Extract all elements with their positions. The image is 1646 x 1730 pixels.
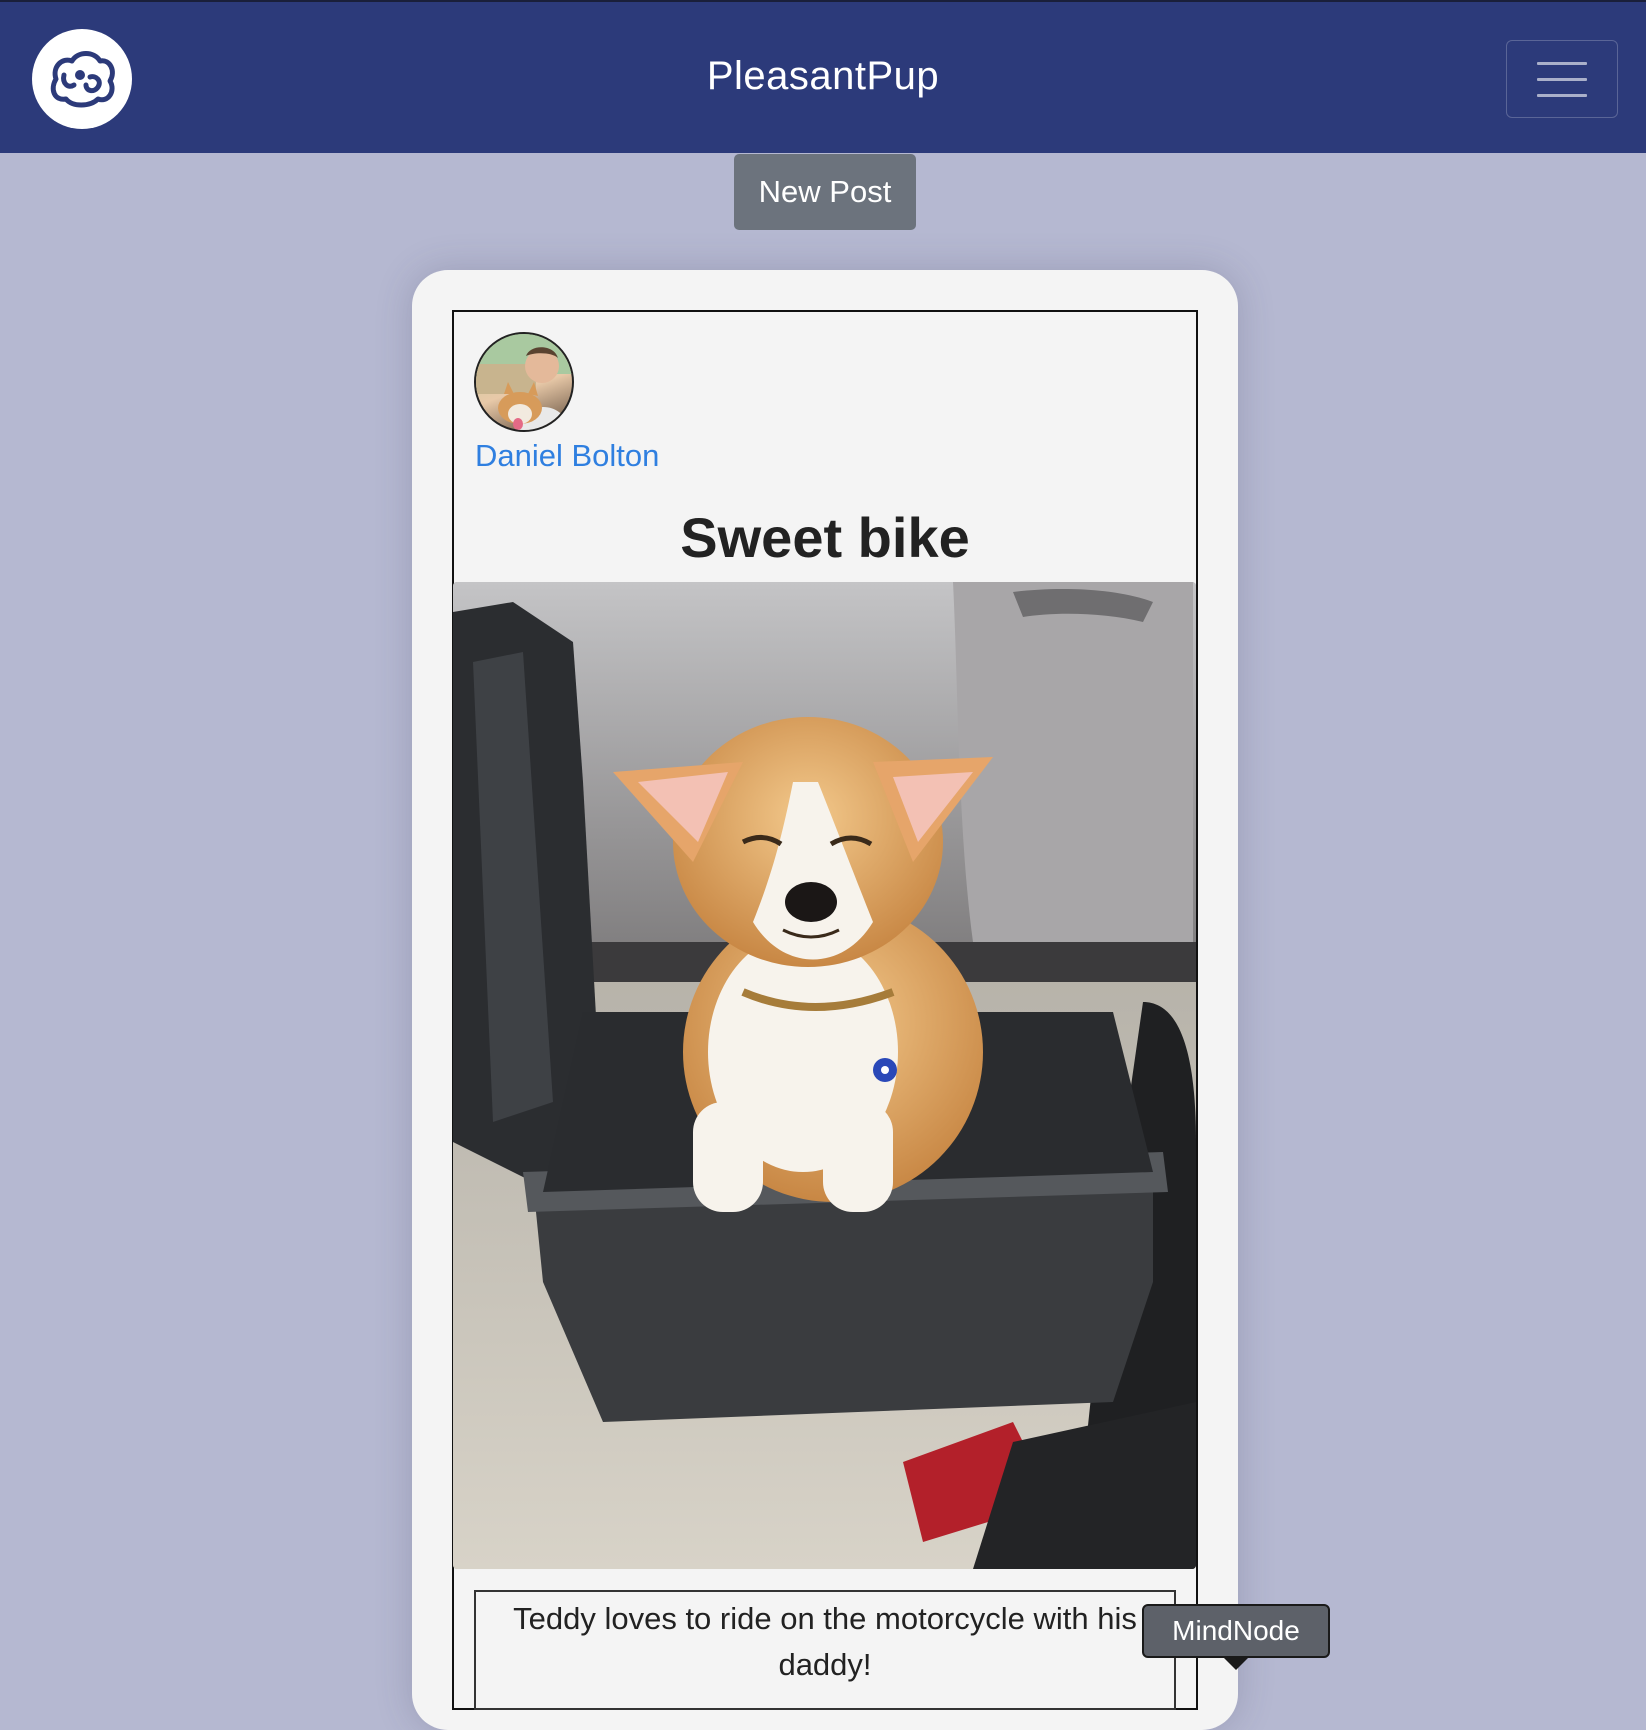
author-name-link[interactable]: Daniel Bolton [475,438,659,474]
hamburger-menu-icon-bar [1537,77,1587,81]
corgi-photo-illustration [453,582,1196,1569]
post-title: Sweet bike [680,506,970,569]
top-navbar: PleasantPup [0,0,1646,153]
post-caption: Teddy loves to ride on the motorcycle wi… [474,1590,1176,1710]
author-avatar[interactable] [474,332,574,432]
mindnode-tooltip: MindNode [1142,1604,1330,1658]
hamburger-menu-button[interactable] [1506,40,1618,118]
post-photo[interactable] [453,582,1196,1569]
hamburger-menu-icon-bar [1537,93,1587,97]
brand-title[interactable]: PleasantPup [0,54,1646,99]
tooltip-pointer [1222,1656,1250,1670]
avatar-image [476,334,572,430]
new-post-button[interactable]: New Post [734,154,916,230]
hamburger-menu-icon [1537,61,1587,65]
